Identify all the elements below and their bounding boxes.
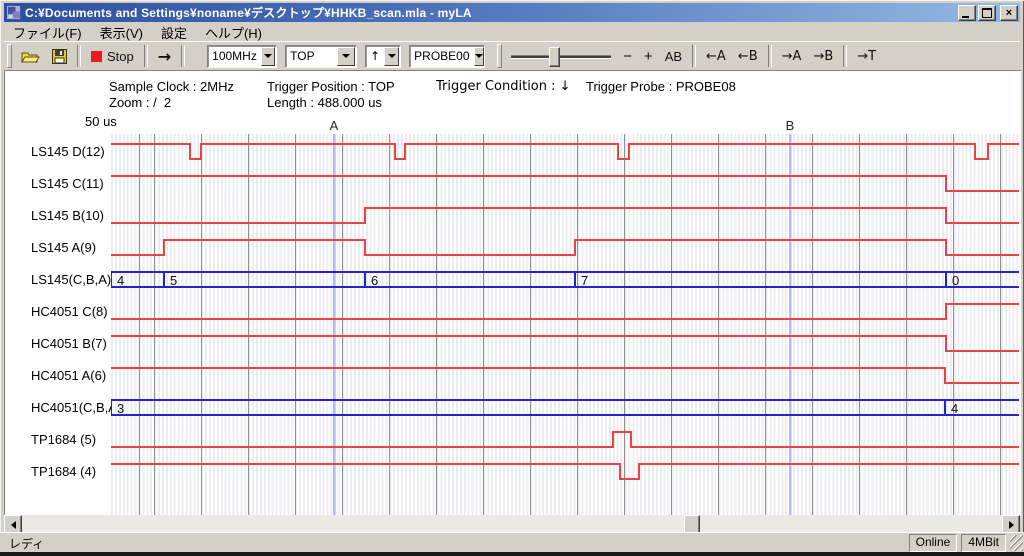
probe-select[interactable]: PROBE00 (409, 45, 485, 68)
maximize-icon (982, 8, 992, 18)
goto-a-fwd-button[interactable]: →A (776, 43, 808, 69)
close-button[interactable]: × (1000, 5, 1018, 21)
minimize-button[interactable] (958, 5, 976, 21)
toolbar-separator (77, 45, 81, 67)
channel-label: TP1684 (4) (31, 463, 96, 481)
trigger-probe-info: Trigger Probe : PROBE08 (586, 79, 736, 94)
memory-status-badge: 4MBit (961, 534, 1006, 552)
slider-thumb[interactable] (549, 47, 560, 67)
length-info: Length : 488.000 us (267, 95, 382, 110)
channel-label: LS145(C,B,A) (31, 271, 111, 289)
menu-file[interactable]: ファイル(F) (4, 22, 91, 43)
trigger-position-info: Trigger Position : TOP (267, 79, 395, 94)
toolbar-separator (144, 45, 148, 67)
triangle-right-icon (1009, 521, 1018, 529)
trigger-edge-value: ↑ (366, 49, 384, 63)
window-title: C:¥Documents and Settings¥noname¥デスクトップ¥… (25, 4, 956, 21)
screen-edge (0, 552, 1024, 556)
stop-button[interactable]: Stop (85, 43, 140, 69)
online-status-badge: Online (909, 534, 958, 552)
title-bar: C:¥Documents and Settings¥noname¥デスクトップ¥… (4, 3, 1020, 22)
toolbar-grip (7, 44, 12, 68)
svg-text:7: 7 (581, 273, 588, 288)
svg-text:0: 0 (952, 273, 959, 288)
status-bar: レディ Online 4MBit (0, 532, 1024, 553)
menu-bar: ファイル(F) 表示(V) 設定 ヘルプ(H) (4, 23, 1020, 41)
open-folder-icon (21, 49, 40, 64)
channel-label: LS145 B(10) (31, 207, 104, 225)
app-icon (7, 5, 22, 20)
toolbar-grip (497, 44, 502, 68)
stop-icon (91, 51, 102, 62)
app-window: C:¥Documents and Settings¥noname¥デスクトップ¥… (0, 0, 1024, 552)
minimize-icon (962, 16, 969, 18)
ab-range-button[interactable]: AB (659, 43, 688, 69)
probe-select-value: PROBE00 (410, 49, 473, 63)
goto-b-fwd-button[interactable]: →B (807, 43, 839, 69)
chevron-down-icon[interactable] (337, 47, 355, 66)
svg-text:4: 4 (951, 401, 958, 416)
toolbar-separator (181, 45, 185, 67)
toolbar-separator (843, 45, 847, 67)
resize-grip[interactable] (1010, 535, 1023, 551)
goto-b-back-button[interactable]: ←B (732, 43, 764, 69)
marker-a-label: A (326, 118, 342, 133)
toolbar-separator (768, 45, 772, 67)
stop-label: Stop (107, 49, 134, 64)
menu-view[interactable]: 表示(V) (91, 22, 152, 43)
clock-select[interactable]: 100MHz (207, 45, 277, 68)
toolbar-separator (692, 45, 696, 67)
svg-text:5: 5 (170, 273, 177, 288)
channel-label: HC4051 B(7) (31, 335, 107, 353)
waveform-view: Sample Clock : 2MHz Trigger Position : T… (4, 70, 1021, 516)
marker-b-label: B (782, 118, 798, 133)
chevron-down-icon[interactable] (384, 47, 399, 66)
menu-settings[interactable]: 設定 (152, 22, 196, 43)
clock-select-value: 100MHz (208, 49, 261, 63)
waveform-canvas: 4 5 6 7 0 3 4 (111, 134, 1019, 515)
save-file-button[interactable] (46, 43, 73, 69)
svg-text:6: 6 (371, 273, 378, 288)
svg-text:3: 3 (117, 401, 124, 416)
channel-label: LS145 D(12) (31, 143, 105, 161)
run-button[interactable]: → (152, 43, 177, 69)
channel-label: TP1684 (5) (31, 431, 96, 449)
svg-text:4: 4 (117, 273, 124, 288)
menu-help[interactable]: ヘルプ(H) (196, 22, 271, 43)
goto-a-back-button[interactable]: ←A (700, 43, 732, 69)
close-icon: × (1006, 8, 1012, 18)
zoom-slider[interactable] (511, 45, 611, 67)
waveform-grid[interactable]: 4 5 6 7 0 3 4 (111, 134, 1019, 515)
horizontal-scrollbar[interactable] (4, 515, 1020, 532)
maximize-button[interactable] (978, 5, 996, 21)
channel-label: HC4051(C,B,A) (31, 399, 121, 417)
channel-label: LS145 C(11) (31, 175, 104, 193)
status-message: レディ (0, 535, 909, 552)
zoom-info: Zoom : / 2 (109, 95, 171, 110)
trigger-edge-select[interactable]: ↑ (365, 45, 401, 68)
zoom-in-button[interactable]: + (638, 43, 659, 69)
trigger-position-value: TOP (286, 49, 337, 63)
time-scale-label: 50 us (85, 114, 117, 129)
channel-label: HC4051 C(8) (31, 303, 108, 321)
chevron-down-icon[interactable] (474, 47, 484, 66)
trigger-position-select[interactable]: TOP (285, 45, 357, 68)
chevron-down-icon[interactable] (261, 47, 275, 66)
toolbar: Stop → 100MHz TOP ↑ PROBE00 − + AB ← (4, 41, 1020, 71)
open-file-button[interactable] (15, 43, 46, 69)
channel-label: HC4051 A(6) (31, 367, 106, 385)
sample-clock-info: Sample Clock : 2MHz (109, 79, 234, 94)
save-floppy-icon (52, 49, 67, 64)
slider-groove (511, 55, 611, 59)
triangle-left-icon (7, 521, 16, 529)
zoom-out-button[interactable]: − (617, 43, 638, 69)
trigger-condition-info: Trigger Condition : ↓ (436, 79, 571, 94)
channel-label: LS145 A(9) (31, 239, 96, 257)
goto-trigger-button[interactable]: →T (851, 43, 882, 69)
